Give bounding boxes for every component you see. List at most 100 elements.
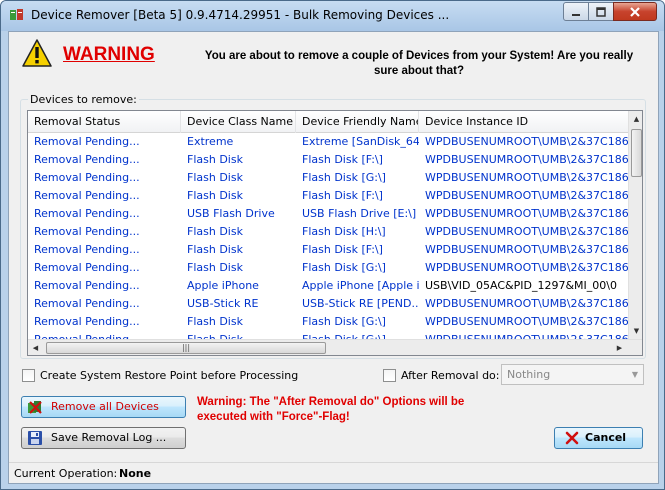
cell-friendly-name: Flash Disk [G:\] xyxy=(302,315,386,328)
vertical-scrollbar[interactable]: ▲ ▼ xyxy=(628,111,642,339)
cell-friendly-name: USB Flash Drive [E:\] xyxy=(302,207,417,220)
vertical-scroll-thumb[interactable] xyxy=(631,129,642,177)
warning-message: You are about to remove a couple of Devi… xyxy=(199,49,639,79)
cell-removal-status: Removal Pending... xyxy=(34,279,140,292)
remove-all-devices-button[interactable]: Remove all Devices xyxy=(21,396,186,418)
scroll-left-arrow[interactable]: ◀ xyxy=(28,340,43,355)
devices-list[interactable]: Removal Status Device Class Name Device … xyxy=(27,110,643,356)
column-header-instance-id[interactable]: Device Instance ID xyxy=(419,111,628,133)
minimize-icon xyxy=(572,13,580,16)
after-removal-label: After Removal do: xyxy=(401,369,500,382)
cell-device-class: Flash Disk xyxy=(187,315,243,328)
after-removal-warning-line1: Warning: The "After Removal do" Options … xyxy=(197,396,465,408)
cell-device-class: Apple iPhone xyxy=(187,279,259,292)
cell-device-class: Flash Disk xyxy=(187,243,243,256)
cell-friendly-name: Flash Disk [F:\] xyxy=(302,189,383,202)
cell-device-class: Flash Disk xyxy=(187,261,243,274)
cell-device-class: USB Flash Drive xyxy=(187,207,275,220)
cell-device-class: Flash Disk xyxy=(181,331,296,339)
window-title: Device Remover [Beta 5] 0.9.4714.29951 -… xyxy=(31,8,450,22)
cell-device-class: USB-Stick RE xyxy=(187,297,259,310)
cell-friendly-name: Flash Disk [F:\] xyxy=(302,243,383,256)
cell-instance-id: WPDBUSENUMROOT\UMB\2&37C186B&1& xyxy=(425,135,628,148)
cell-device-class: Flash Disk xyxy=(187,225,243,238)
after-removal-warning-line2: executed with "Force"-Flag! xyxy=(197,411,350,423)
current-operation-value: None xyxy=(119,467,152,480)
after-removal-checkbox[interactable] xyxy=(383,369,396,382)
cell-removal-status: Removal Pending... xyxy=(34,189,140,202)
table-row[interactable]: Removal Pending... Flash Disk Flash Disk [… xyxy=(28,313,628,331)
device-remover-window: Device Remover [Beta 5] 0.9.4714.29951 -… xyxy=(0,0,665,490)
cell-removal-status: Removal Pending... xyxy=(34,225,140,238)
after-removal-warning: Warning: The "After Removal do" Options … xyxy=(197,395,487,425)
close-button[interactable] xyxy=(613,2,657,21)
cell-removal-status: Removal Pending... xyxy=(34,261,140,274)
maximize-icon xyxy=(596,6,606,17)
cell-instance-id: WPDBUSENUMROOT\UMB\2&37C186B&1& xyxy=(425,207,628,220)
table-row[interactable]: Removal Pending... USB-Stick RE USB-Stick … xyxy=(28,295,628,313)
cell-friendly-name: Flash Disk [F:\] xyxy=(302,153,383,166)
cell-removal-status: Removal Pending... xyxy=(34,171,140,184)
scroll-up-arrow[interactable]: ▲ xyxy=(629,111,642,126)
cell-friendly-name: Extreme [SanDisk_64] xyxy=(302,135,419,148)
cell-device-class: Flash Disk xyxy=(187,189,243,202)
cancel-icon xyxy=(565,431,579,445)
table-row[interactable]: Removal Pending... USB Flash Drive USB Fla… xyxy=(28,205,628,223)
title-bar[interactable]: Device Remover [Beta 5] 0.9.4714.29951 -… xyxy=(1,1,664,31)
column-header-friendly-name[interactable]: Device Friendly Name xyxy=(296,111,419,133)
save-removal-log-label: Save Removal Log ... xyxy=(51,431,167,444)
cell-removal-status: Removal Pending... xyxy=(34,315,140,328)
cancel-button[interactable]: Cancel xyxy=(554,427,643,449)
table-row[interactable]: Removal Pending... Apple iPhone Apple iPho… xyxy=(28,277,628,295)
table-row[interactable]: Removal Pending...Flash DiskFlash Disk [… xyxy=(28,259,628,277)
table-row[interactable]: Removal Pending... Flash Disk Flash Disk [… xyxy=(28,187,628,205)
devices-group-label: Devices to remove: xyxy=(28,93,139,106)
cell-instance-id: USB\VID_05AC&PID_1297&MI_00\0 xyxy=(425,279,617,292)
table-row[interactable]: Removal Pending... Flash Disk Flash Disk [… xyxy=(28,223,628,241)
cell-removal-status: Removal Pending... xyxy=(28,331,181,339)
table-row[interactable]: Removal Pending...Flash DiskFlash Disk [… xyxy=(28,241,628,259)
restore-point-label: Create System Restore Point before Proce… xyxy=(40,369,299,382)
save-removal-log-button[interactable]: Save Removal Log ... xyxy=(21,427,186,449)
warning-icon xyxy=(22,39,52,67)
cell-instance-id: WPDBUSENUMROOT\UMB\2&37C186B&1& xyxy=(425,225,628,238)
remove-all-devices-label: Remove all Devices xyxy=(51,400,159,413)
cell-removal-status: Removal Pending... xyxy=(34,207,140,220)
warning-message-line1: You are about to remove a couple of Devi… xyxy=(204,50,634,62)
app-icon xyxy=(10,9,23,20)
warning-message-line2: sure about that? xyxy=(373,65,465,77)
table-row[interactable]: Removal Pending... Flash Disk Flash Disk [… xyxy=(28,169,628,187)
cell-device-class: Extreme xyxy=(187,135,234,148)
list-body: Removal Pending... Extreme Extreme [SanDis… xyxy=(28,133,628,339)
cell-instance-id: WPDBUSENUMROOT\UMB\2&37C186B&1& xyxy=(425,243,628,256)
column-header-device-class[interactable]: Device Class Name xyxy=(181,111,296,133)
cell-instance-id: WPDBUSENUMROOT\UMB\2&37C186B&1& xyxy=(425,315,628,328)
save-icon xyxy=(28,431,42,445)
warning-title: WARNING xyxy=(63,44,155,65)
maximize-button[interactable] xyxy=(588,2,614,21)
restore-point-checkbox[interactable] xyxy=(22,369,35,382)
cell-instance-id: WPDBUSENUMROOT\UMB\2&37C186B&1& xyxy=(425,153,628,166)
list-header: Removal Status Device Class Name Device … xyxy=(28,111,628,133)
cell-instance-id: WPDBUSENUMROOT\UMB\2&37C186B&1& xyxy=(425,171,628,184)
table-row[interactable]: Removal Pending...Flash DiskFlash Disk [… xyxy=(28,151,628,169)
scroll-down-arrow[interactable]: ▼ xyxy=(629,323,642,338)
cell-friendly-name: USB-Stick RE [PEND... xyxy=(302,297,419,310)
horizontal-scroll-thumb[interactable]: ||| xyxy=(46,342,326,354)
table-row[interactable]: Removal Pending...Flash DiskFlash Disk [… xyxy=(28,331,628,339)
column-header-removal-status[interactable]: Removal Status xyxy=(28,111,181,133)
cell-instance-id: WPDBUSENUMROOT\UMB\2&37C186B&1& xyxy=(419,331,628,339)
cell-device-class: Flash Disk xyxy=(187,171,243,184)
scroll-right-arrow[interactable]: ▶ xyxy=(612,340,627,355)
cell-friendly-name: Flash Disk [G:\] xyxy=(302,171,386,184)
table-row[interactable]: Removal Pending... Extreme Extreme [SanDis… xyxy=(28,133,628,151)
horizontal-scrollbar[interactable]: ◀ ||| ▶ xyxy=(28,339,642,355)
minimize-button[interactable] xyxy=(563,2,589,21)
close-icon xyxy=(630,6,640,17)
dialog-client-area: WARNING You are about to remove a couple… xyxy=(8,31,659,484)
remove-devices-icon xyxy=(28,401,42,414)
cell-instance-id: WPDBUSENUMROOT\UMB\2&37C186B&1& xyxy=(425,189,628,202)
after-removal-select[interactable]: Nothing ▼ xyxy=(501,364,644,385)
cell-friendly-name: Flash Disk [H:\] xyxy=(302,225,386,238)
cell-removal-status: Removal Pending... xyxy=(34,135,140,148)
